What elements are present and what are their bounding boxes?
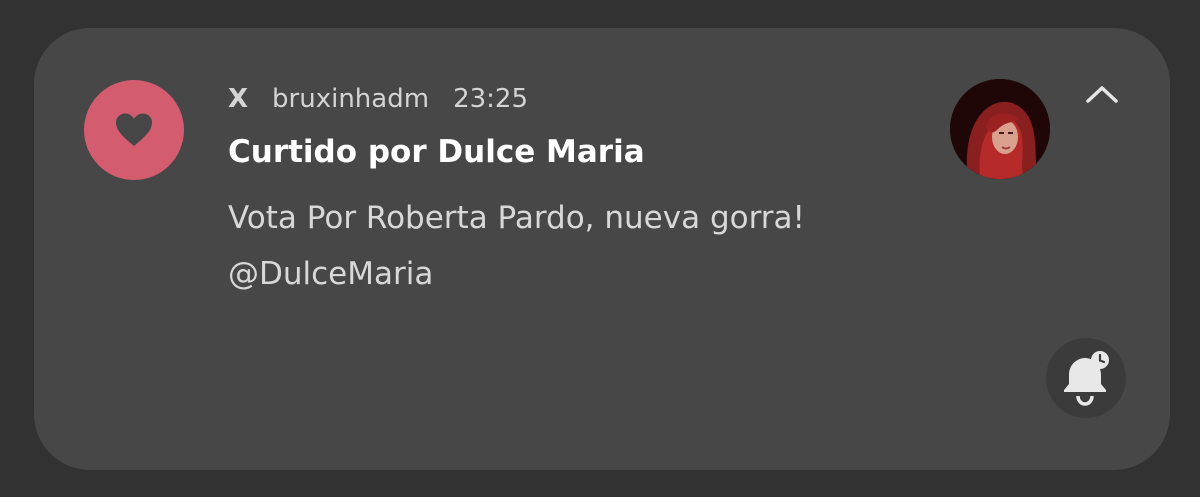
notification-header: X bruxinhadm 23:25	[228, 81, 528, 117]
bell-snooze-icon[interactable]	[1046, 338, 1126, 418]
chevron-up-icon[interactable]	[1082, 74, 1122, 114]
notification-body: Vota Por Roberta Pardo, nueva gorra! @Du…	[228, 190, 948, 302]
notification-body-line: @DulceMaria	[228, 256, 434, 292]
avatar	[950, 79, 1050, 179]
heart-icon	[84, 80, 184, 180]
account-name: bruxinhadm	[272, 84, 430, 114]
notification-title: Curtido por Dulce Maria	[228, 134, 645, 170]
notification-card[interactable]: X bruxinhadm 23:25 Curtido por Dulce Mar…	[34, 28, 1170, 470]
app-name: X	[228, 84, 249, 114]
notification-body-line: Vota Por Roberta Pardo, nueva gorra!	[228, 200, 805, 236]
timestamp: 23:25	[453, 84, 528, 114]
